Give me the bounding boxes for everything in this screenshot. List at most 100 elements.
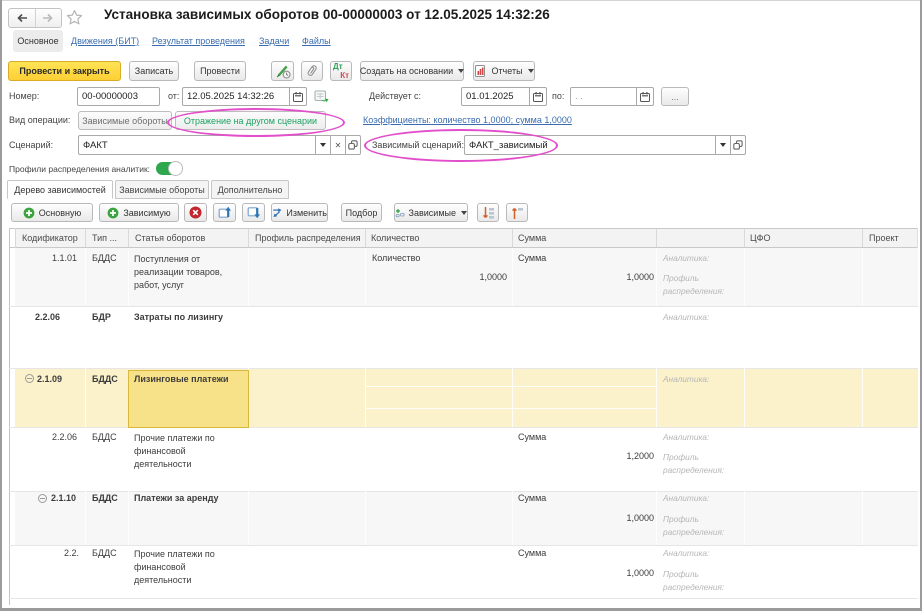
tab-result[interactable]: Результат проведения [152, 36, 245, 46]
back-button[interactable] [9, 9, 36, 27]
post-and-close-button[interactable]: Провести и закрыть [8, 61, 121, 81]
reports-button[interactable]: Отчеты [473, 61, 535, 81]
calendar-button[interactable] [289, 88, 306, 105]
scenario-label: Сценарий: [9, 140, 53, 150]
debit-credit-button[interactable]: Дт Кт [330, 61, 352, 81]
cell-type[interactable]: БДДС [92, 374, 118, 384]
cell-code[interactable]: 2.1.10 [51, 493, 76, 503]
favorite-star-icon[interactable] [66, 9, 83, 28]
row-divider [9, 545, 918, 546]
create-based-on-button[interactable]: Создать на основании [360, 61, 464, 81]
tab-additional[interactable]: Дополнительно [211, 180, 289, 199]
save-button[interactable]: Записать [129, 61, 179, 81]
scenario-dropdown-button[interactable] [315, 136, 330, 154]
cell-type[interactable]: БДДС [92, 493, 118, 503]
forward-button[interactable] [36, 9, 62, 27]
tab-main[interactable]: Основное [13, 30, 63, 52]
move-down-level-button[interactable] [242, 203, 265, 222]
cell-divider [85, 248, 86, 306]
dependents-menu-button[interactable]: Зависимые [394, 203, 468, 222]
valid-to-input[interactable]: . . [570, 87, 654, 106]
tab-files[interactable]: Файлы [302, 36, 331, 46]
add-dependent-button[interactable]: Зависимую [99, 203, 179, 222]
valid-from-input[interactable]: 01.01.2025 [461, 87, 547, 106]
cell-article[interactable]: Платежи за аренду [134, 493, 219, 503]
cell-code[interactable]: 2.1.09 [37, 374, 62, 384]
cell-divider [366, 408, 656, 409]
cell-article[interactable]: Затраты по лизингу [134, 312, 223, 322]
debit-credit-icon: Дт Кт [333, 63, 349, 79]
cell-analytics-label: Аналитика: [663, 548, 709, 558]
sign-button[interactable] [271, 61, 294, 81]
column-header-cfo[interactable]: ЦФО [750, 233, 771, 243]
pick-label: Подбор [346, 208, 378, 218]
collapse-node-icon[interactable] [25, 374, 34, 383]
save-label: Записать [135, 66, 173, 76]
cell-sum-value[interactable]: 1,2000 [560, 451, 654, 461]
cell-article: Лизинговые платежи [134, 374, 229, 384]
open-form-icon [348, 140, 358, 150]
cell-sum-value[interactable]: 1,0000 [560, 513, 654, 523]
scenario-input[interactable]: ФАКТ ✕ [78, 135, 361, 155]
cell-sum-label: Сумма [518, 432, 546, 442]
coefficients-link[interactable]: Коэффициенты: количество 1,0000; сумма 1… [363, 115, 572, 125]
edit-label: Изменить [286, 208, 327, 218]
scenario-open-button[interactable] [345, 136, 360, 154]
cell-type[interactable]: БДДС [92, 548, 117, 558]
tab-tasks[interactable]: Задачи [259, 36, 289, 46]
cell-code[interactable]: 2.2.06 [35, 312, 60, 322]
collapse-node-icon[interactable] [38, 494, 47, 503]
column-header-project[interactable]: Проект [869, 233, 899, 243]
column-header-code[interactable]: Кодификатор [22, 233, 78, 243]
attachments-button[interactable] [301, 61, 323, 81]
cell-qty-value[interactable]: 1,0000 [420, 272, 507, 282]
scenario-clear-button[interactable]: ✕ [330, 136, 345, 154]
calendar-button[interactable] [529, 88, 546, 105]
tab-dependency-tree[interactable]: Дерево зависимостей [7, 180, 113, 199]
column-header-type[interactable]: Тип ... [92, 233, 117, 243]
column-header-article[interactable]: Статья оборотов [135, 233, 205, 243]
post-button[interactable]: Провести [194, 61, 246, 81]
delete-circle-icon [189, 206, 202, 219]
dependent-scenario-dropdown-button[interactable] [715, 136, 730, 154]
cell-article[interactable]: Поступления от реализации товаров, работ… [134, 253, 242, 292]
forward-arrow-icon [42, 13, 54, 23]
cell-code[interactable]: 2.2. [64, 548, 79, 558]
dependent-scenario-open-button[interactable] [730, 136, 745, 154]
focused-cell[interactable]: Лизинговые платежи [128, 370, 249, 428]
more-dates-button[interactable]: ... [661, 87, 689, 106]
date-input[interactable]: 12.05.2025 14:32:26 [182, 87, 307, 106]
number-input[interactable]: 00-00000003 [77, 87, 160, 106]
delete-row-button[interactable] [184, 203, 207, 222]
add-main-button[interactable]: Основную [11, 203, 93, 222]
expand-all-button[interactable] [477, 203, 499, 222]
cell-type[interactable]: БДР [92, 312, 111, 322]
annotation-ellipse-operation [167, 108, 345, 137]
tab-movements[interactable]: Движения (БИТ) [71, 36, 139, 46]
cell-article[interactable]: Прочие платежи по финансовой деятельност… [134, 548, 242, 587]
column-header-sum[interactable]: Сумма [518, 233, 546, 243]
cell-type[interactable]: БДДС [92, 253, 117, 263]
collapse-all-button[interactable] [506, 203, 528, 222]
profiles-toggle-switch[interactable] [156, 162, 182, 175]
tab-dependent-turnovers[interactable]: Зависимые обороты [115, 180, 209, 199]
operation-option-dependent[interactable]: Зависимые обороты [78, 111, 172, 130]
column-header-profile[interactable]: Профиль распределения [255, 233, 361, 243]
cell-code[interactable]: 1.1.01 [52, 253, 77, 263]
set-current-date-button[interactable] [313, 89, 330, 104]
pick-button[interactable]: Подбор [341, 203, 382, 222]
cell-type[interactable]: БДДС [92, 432, 117, 442]
edit-button[interactable]: Изменить [271, 203, 328, 222]
column-divider [862, 228, 863, 247]
cell-article[interactable]: Прочие платежи по финансовой деятельност… [134, 432, 242, 471]
cell-code[interactable]: 2.2.06 [52, 432, 77, 442]
move-up-level-button[interactable] [213, 203, 236, 222]
calendar-button[interactable] [636, 88, 653, 105]
cell-sum-value[interactable]: 1,0000 [560, 568, 654, 578]
cell-divider [656, 368, 657, 427]
scenario-value: ФАКТ [79, 140, 315, 151]
cell-sum-value[interactable]: 1,0000 [560, 272, 654, 282]
column-header-qty[interactable]: Количество [371, 233, 419, 243]
column-divider [512, 228, 513, 247]
caret-down-icon [458, 69, 464, 73]
